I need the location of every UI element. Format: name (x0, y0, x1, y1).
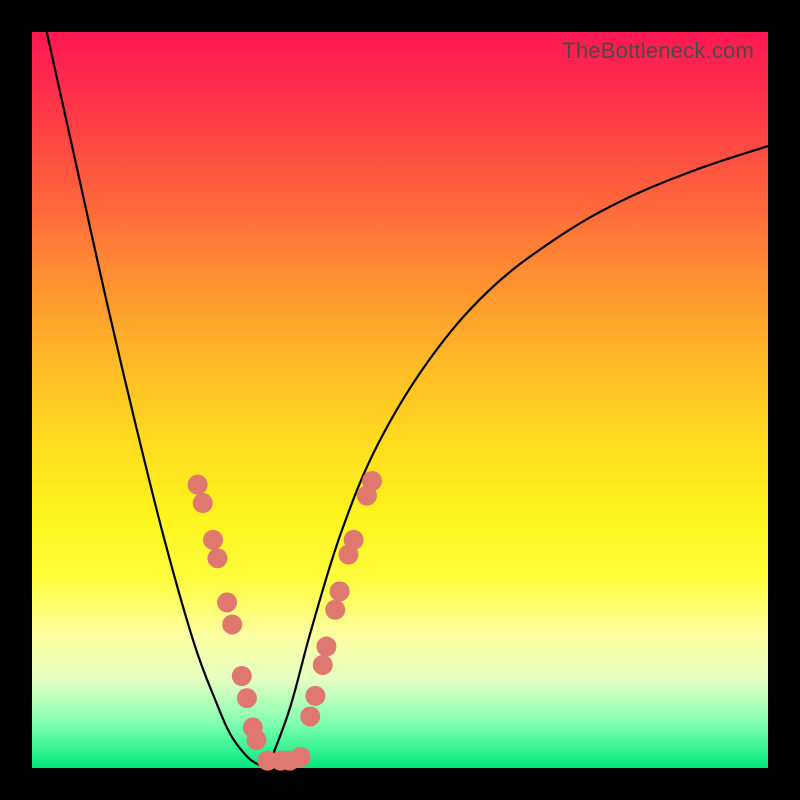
marker-dot (291, 747, 311, 767)
marker-dot (193, 493, 213, 513)
marker-dot (313, 655, 333, 675)
marker-dot (344, 530, 364, 550)
marker-dot (330, 581, 350, 601)
marker-dot (203, 530, 223, 550)
marker-dot (217, 592, 237, 612)
marker-dot (237, 688, 257, 708)
marker-dot (222, 614, 242, 634)
marker-dot (305, 686, 325, 706)
marker-dot (232, 666, 252, 686)
left-curve (47, 32, 268, 768)
plot-area: TheBottleneck.com (32, 32, 768, 768)
marker-dot (325, 600, 345, 620)
chart-svg (32, 32, 768, 768)
marker-dot (362, 471, 382, 491)
marker-dot (300, 706, 320, 726)
right-curve (268, 146, 768, 768)
marker-dot (188, 475, 208, 495)
chart-frame: TheBottleneck.com (0, 0, 800, 800)
marker-dot (246, 730, 266, 750)
marker-dot (207, 548, 227, 568)
marker-dot (316, 637, 336, 657)
